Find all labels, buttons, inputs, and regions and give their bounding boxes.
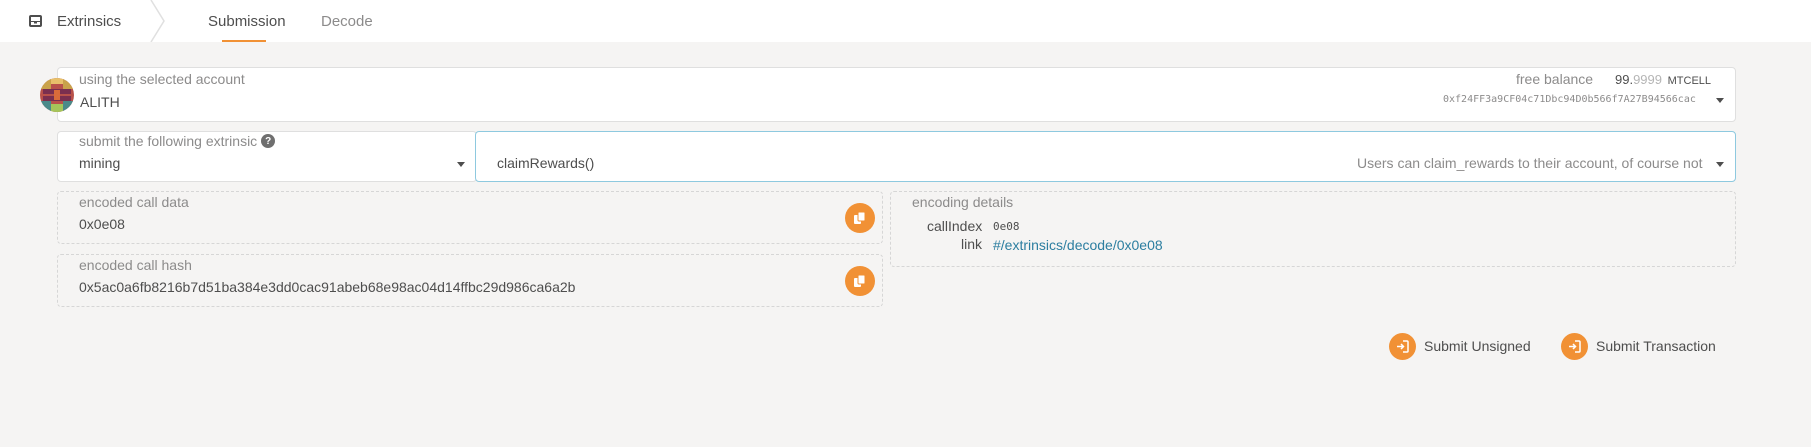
submit-unsigned-label: Submit Unsigned — [1424, 338, 1531, 354]
tab-submission[interactable]: Submission — [208, 0, 286, 42]
balance-fraction: 9999 — [1633, 72, 1662, 87]
active-tab-indicator — [222, 40, 266, 42]
account-label: using the selected account — [79, 71, 245, 87]
free-balance-value: 99.9999 MTCELL — [1615, 72, 1711, 87]
encoded-call-data-label: encoded call data — [79, 194, 189, 210]
submit-transaction-button[interactable]: Submit Transaction — [1561, 331, 1716, 361]
free-balance-label: free balance — [1516, 71, 1594, 87]
encoded-call-hash-value[interactable]: 0x5ac0a6fb8216b7d51ba384e3dd0cac91abeb68… — [79, 279, 575, 295]
copy-icon — [854, 274, 866, 287]
method-value: claimRewards() — [497, 155, 595, 171]
call-index-label: callIndex — [927, 218, 983, 234]
question-circle-icon[interactable]: ? — [261, 134, 276, 149]
encoding-details-label: encoding details — [912, 194, 1014, 210]
submit-transaction-label: Submit Transaction — [1596, 338, 1716, 354]
caret-down-icon[interactable] — [457, 162, 465, 167]
account-avatar — [40, 78, 74, 112]
sign-in-icon — [1389, 332, 1416, 360]
extrinsic-label: submit the following extrinsic? — [79, 133, 276, 149]
breadcrumb-chevron — [150, 0, 165, 42]
encoded-call-hash-label: encoded call hash — [79, 257, 192, 273]
caret-down-icon[interactable] — [1716, 98, 1724, 103]
copy-call-data-button[interactable] — [845, 203, 875, 233]
copy-call-hash-button[interactable] — [845, 266, 875, 296]
extrinsic-label-text: submit the following extrinsic — [79, 133, 258, 149]
balance-unit: MTCELL — [1667, 75, 1712, 87]
encoded-call-data-value[interactable]: 0x0e08 — [79, 216, 125, 232]
decode-link[interactable]: #/extrinsics/decode/0x0e08 — [993, 237, 1163, 253]
sign-in-icon — [1561, 332, 1588, 360]
brand-label: Extrinsics — [57, 12, 122, 30]
module-value: mining — [79, 155, 121, 171]
method-description: Users can claim_rewards to their account… — [1357, 155, 1703, 171]
extrinsics-brand[interactable]: Extrinsics — [28, 0, 158, 42]
top-navigation-bar: Extrinsics Submission Decode — [0, 0, 1811, 42]
submit-unsigned-button[interactable]: Submit Unsigned — [1389, 331, 1531, 361]
tab-decode[interactable]: Decode — [321, 0, 373, 42]
caret-down-icon[interactable] — [1716, 162, 1724, 167]
envelope-icon — [28, 14, 43, 28]
link-label: link — [961, 236, 983, 252]
account-address: 0xf24FF3a9CF04c71Dbc94D0b566f7A27B94566c… — [1443, 94, 1696, 105]
copy-icon — [854, 211, 866, 224]
account-name: ALITH — [80, 94, 120, 110]
call-index-value: 0e08 — [993, 220, 1020, 233]
balance-integer: 99. — [1615, 72, 1634, 87]
